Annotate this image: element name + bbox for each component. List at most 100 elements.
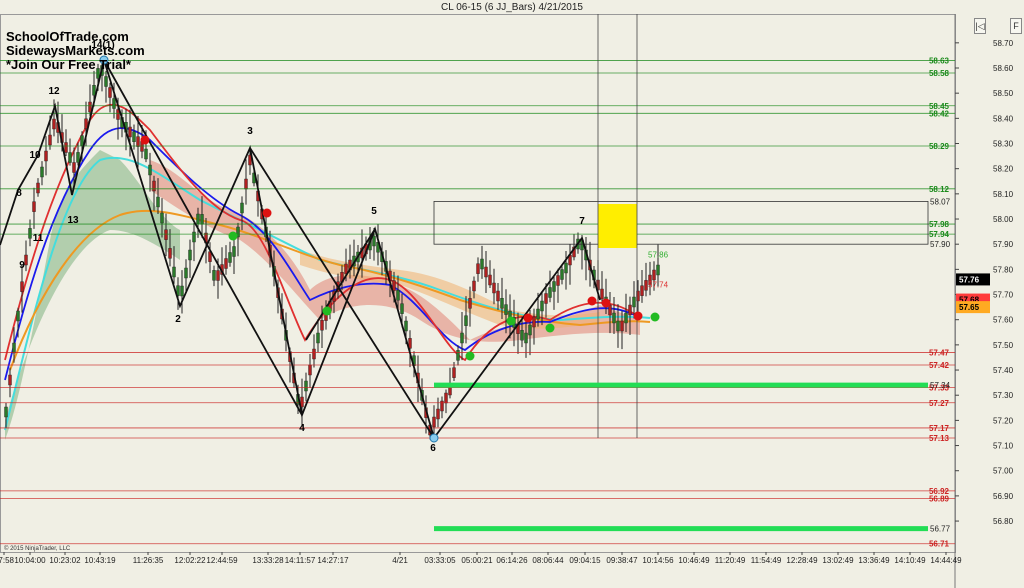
wave-label: 12 (48, 86, 60, 97)
bar-body (224, 258, 228, 269)
x-tick-label: 4/21 (392, 556, 408, 565)
y-tick-label: 57.30 (993, 391, 1014, 400)
format-button[interactable]: F (1010, 18, 1022, 34)
bar-body (240, 202, 244, 214)
wave-label: 13 (67, 215, 79, 226)
bar-body (432, 416, 436, 428)
y-tick-label: 58.60 (993, 64, 1014, 73)
bar-body (308, 364, 312, 376)
x-tick-label: 13:33:28 (252, 556, 284, 565)
x-tick-label: 12:28:49 (786, 556, 818, 565)
watermark-line-1: SchoolOfTrade.com (6, 29, 129, 44)
bar-body (548, 287, 552, 298)
bar-body (312, 348, 316, 360)
y-tick-label: 57.90 (993, 240, 1014, 249)
wave-label: 8 (16, 188, 22, 199)
bar-body (600, 288, 604, 300)
sell-signal-dot (587, 296, 597, 306)
bar-body (316, 332, 320, 344)
bar-body (52, 118, 56, 130)
bar-body (28, 228, 32, 239)
bar-body (456, 350, 460, 361)
price-level-label: 57.17 (929, 424, 950, 433)
bar-body (564, 262, 568, 274)
small-price-label: 57.74 (648, 280, 669, 289)
plot-frame (0, 14, 956, 553)
wave-label: 4 (299, 423, 305, 434)
range-box (433, 201, 929, 245)
bar-body (484, 266, 488, 278)
bar-body (540, 300, 544, 312)
price-level-label: 58.42 (929, 109, 950, 118)
bar-body (496, 290, 500, 302)
bar-body (632, 296, 636, 308)
bar-body (504, 304, 508, 315)
bar-body (64, 142, 68, 153)
price-level-label: 57.98 (929, 220, 950, 229)
x-tick-label: 08:06:44 (532, 556, 564, 565)
wave-label: 9 (19, 260, 25, 271)
sell-signal-dot (262, 208, 272, 218)
chart-title: CL 06-15 (6 JJ_Bars) 4/21/2015 (441, 2, 583, 13)
bar-body (40, 166, 44, 178)
x-tick-label: 14:44:49 (930, 556, 962, 565)
y-tick-label: 58.50 (993, 89, 1014, 98)
bar-body (168, 248, 172, 259)
price-level-label: 56.71 (929, 540, 950, 549)
bar-body (640, 285, 644, 296)
bar-body (68, 152, 72, 163)
x-tick-label: 12:02:22 (174, 556, 206, 565)
bar-body (32, 201, 36, 212)
x-tick-label: 11:26:35 (133, 556, 164, 565)
price-level-label: 58.29 (929, 142, 950, 151)
bar-body (200, 214, 204, 225)
bar-body (372, 235, 376, 247)
bar-body (444, 392, 448, 404)
bar-body (20, 281, 24, 292)
bar-body (76, 152, 80, 163)
bar-body (156, 196, 160, 208)
y-tick-label: 57.40 (993, 366, 1014, 375)
wave-label: 11 (33, 233, 44, 244)
bar-body (492, 282, 496, 294)
watermark-line-3: *Join Our Free Trial* (6, 57, 131, 72)
buy-signal-dot (650, 312, 660, 322)
bar-body (524, 332, 528, 344)
bar-body (216, 270, 220, 281)
y-tick-label: 56.80 (993, 517, 1014, 526)
bar-body (108, 87, 112, 98)
bar-body (544, 293, 548, 304)
price-chart[interactable]: 58.70 58.60 58.50 58.40 58.30 58.20 58.10 58.00… (0, 0, 1024, 588)
bar-body (180, 285, 184, 297)
bar-body (400, 303, 404, 314)
bar-body (132, 131, 136, 143)
range-box-bottom-label: 57.90 (930, 240, 951, 249)
bar-body (84, 118, 88, 130)
bar-body (152, 180, 156, 192)
buy-signal-dot (545, 323, 555, 333)
y-tick-label: 58.40 (993, 114, 1014, 123)
bar-body (552, 281, 556, 292)
bar-body (44, 150, 48, 162)
bar-body (500, 298, 504, 309)
x-tick-label: 14:27:17 (317, 556, 349, 565)
bar-body (212, 270, 216, 281)
price-level-label: 58.12 (929, 185, 950, 194)
price-level-label: 56.89 (929, 494, 950, 503)
bar-body (480, 258, 484, 270)
x-tick-label: 05:00:21 (461, 556, 493, 565)
bar-body (196, 213, 200, 225)
x-tick-label: 09:04:15 (569, 556, 601, 565)
chart-window: 58.70 58.60 58.50 58.40 58.30 58.20 58.10 58.00… (0, 0, 1024, 588)
watermark-line-2: SidewaysMarkets.com (6, 43, 145, 58)
bar-body (392, 280, 396, 291)
bar-body (488, 274, 492, 286)
price-level-label: 57.47 (929, 348, 950, 357)
x-tick-label: 14:10:49 (894, 556, 926, 565)
highlight-box (598, 204, 637, 248)
collapse-panel-button[interactable]: |◁ (974, 18, 986, 34)
x-tick-label: 10:43:19 (84, 556, 116, 565)
small-price-label: 57.86 (648, 250, 669, 259)
bar-body (160, 212, 164, 224)
ema-price-tag-text: 57.65 (959, 303, 980, 312)
